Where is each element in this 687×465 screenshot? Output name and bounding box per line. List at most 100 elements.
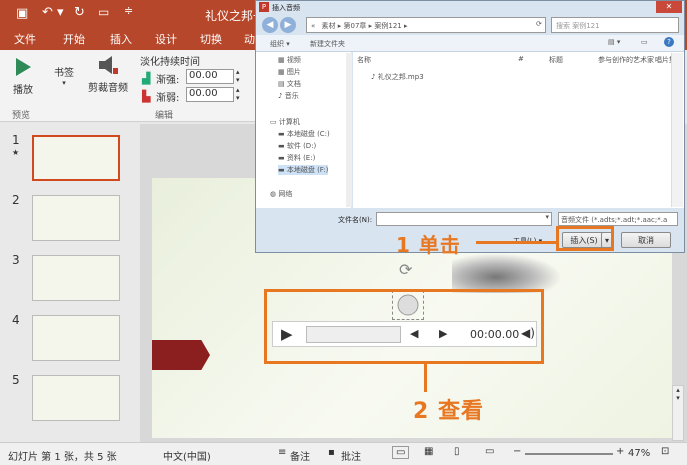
dialog-titlebar: P 插入音频 ✕ [256, 1, 684, 15]
reading-view-icon[interactable]: ▯ [454, 446, 460, 457]
slide-thumbnail-5[interactable] [32, 375, 120, 421]
filetype-select[interactable]: 音频文件 (*.adts;*.adt;*.aac;*.a [558, 212, 678, 226]
slide-thumbnail-3[interactable] [32, 255, 120, 301]
chevron-down-icon: ▾ [62, 79, 66, 87]
tab-design[interactable]: 设计 [155, 31, 177, 47]
slide-info: 幻灯片 第 1 张，共 5 张 [8, 452, 117, 463]
slide-thumbnail-pane: 1 ★ 2 3 4 5 [0, 124, 140, 442]
fit-to-window-icon[interactable]: ⊡ [661, 446, 669, 457]
comments-button[interactable]: 批注 [341, 448, 361, 463]
tab-animations[interactable]: 动 [244, 31, 255, 47]
zoom-out-icon[interactable]: − [513, 446, 521, 457]
help-icon[interactable]: ? [664, 37, 674, 47]
animation-star-icon: ★ [12, 148, 20, 157]
nav-drive-f[interactable]: ▬ 本地磁盘 (F:) [278, 165, 329, 175]
fade-group-title: 淡化持续时间 [140, 57, 200, 68]
slide-thumbnail-4[interactable] [32, 315, 120, 361]
back-icon[interactable]: ◀ [262, 17, 278, 33]
fade-in-label: 渐强: [156, 75, 180, 86]
slideshow-icon[interactable]: ▭ [98, 5, 109, 19]
zoom-level[interactable]: 47% [628, 448, 650, 459]
nav-videos[interactable]: ▦ 视频 [278, 55, 301, 65]
fade-out-input[interactable]: 00.00 [186, 87, 234, 102]
preview-group-label: 预览 [12, 111, 31, 121]
redo-icon[interactable]: ↻ [74, 5, 85, 20]
slide-number: 5 [12, 373, 20, 387]
step1-annotation: 1 单击 [396, 233, 461, 257]
powerpoint-icon: P [259, 2, 269, 12]
slide-thumbnail-1[interactable] [32, 135, 120, 181]
slide-sorter-icon[interactable]: ▦ [424, 446, 433, 457]
zoom-in-icon[interactable]: + [616, 446, 624, 457]
tab-file[interactable]: 文件 [14, 31, 36, 47]
nav-scrollbar[interactable] [346, 53, 352, 207]
nav-documents[interactable]: ▤ 文档 [278, 79, 301, 89]
file-list: 名称 # 标题 参与创作的艺术家 唱片集 ♪ 礼仪之邦.mp3 [353, 52, 684, 208]
slide-number: 4 [12, 313, 20, 327]
fade-out-label: 渐弱: [156, 93, 180, 104]
insert-highlight-box [556, 226, 614, 251]
save-icon[interactable]: ▣ [16, 6, 28, 21]
column-header-artist[interactable]: 参与创作的艺术家 [598, 55, 654, 65]
tab-insert[interactable]: 插入 [110, 31, 132, 47]
bookmark-button[interactable]: 书签 ▾ [50, 64, 78, 87]
forward-icon[interactable]: ▶ [280, 17, 296, 33]
nav-network[interactable]: ◍ 网络 [270, 189, 292, 199]
file-item[interactable]: ♪ 礼仪之邦.mp3 [371, 72, 424, 82]
cancel-label: 取消 [638, 236, 654, 245]
search-placeholder: 搜索 案例121 [556, 22, 600, 30]
filename-input[interactable]: ▾ [376, 212, 552, 226]
notes-button[interactable]: 备注 [290, 448, 310, 463]
ink-painting-image [452, 253, 562, 293]
tab-transitions[interactable]: 切换 [200, 31, 222, 47]
play-button[interactable]: 播放 [8, 54, 38, 98]
status-bar: 幻灯片 第 1 张，共 5 张 中文(中国) ≡ 备注 ▪ 批注 ▭ ▦ ▯ ▭… [0, 442, 687, 465]
column-header-title[interactable]: 标题 [549, 55, 563, 65]
breadcrumb-1[interactable]: 素材 [322, 22, 336, 30]
normal-view-icon[interactable]: ▭ [392, 446, 410, 459]
refresh-icon[interactable]: ⟳ [536, 20, 542, 28]
slideshow-view-icon[interactable]: ▭ [485, 446, 494, 457]
nav-drive-d[interactable]: ▬ 软件 (D:) [278, 141, 316, 151]
nav-drive-c[interactable]: ▬ 本地磁盘 (C:) [278, 129, 330, 139]
trim-audio-label: 剪裁音频 [88, 83, 128, 94]
cancel-button[interactable]: 取消 [621, 232, 671, 248]
preview-pane-icon[interactable]: ▭ [641, 38, 648, 46]
address-bar[interactable]: « 素材 ▸ 第07章 ▸ 案例121 ▸ [306, 17, 546, 33]
organize-button[interactable]: 组织 ▾ [270, 39, 290, 49]
dialog-close-icon[interactable]: ✕ [656, 1, 682, 13]
file-list-scrollbar[interactable] [671, 53, 683, 207]
vertical-scrollbar[interactable]: ▴ ▾ [672, 385, 684, 441]
nav-music[interactable]: ♪ 音乐 [278, 91, 299, 101]
ribbon: 播放 书签 ▾ 剪裁音频 淡化持续时间 ▟ 渐强: 00.00 ▴ ▾ ▙ 渐弱:… [0, 50, 255, 122]
fade-in-input[interactable]: 00.00 [186, 69, 234, 84]
notes-icon: ≡ [278, 447, 287, 458]
comments-icon: ▪ [328, 447, 335, 458]
breadcrumb-3[interactable]: 案例121 [374, 22, 401, 30]
tab-home[interactable]: 开始 [63, 31, 85, 47]
view-options-icon[interactable]: ▤ ▾ [608, 38, 620, 46]
slide-number: 1 [12, 133, 20, 147]
arrow-line [476, 241, 556, 244]
nav-pictures[interactable]: ▦ 图片 [278, 67, 301, 77]
zoom-slider[interactable] [525, 453, 613, 455]
nav-drive-e[interactable]: ▬ 资料 (E:) [278, 153, 315, 163]
new-folder-button[interactable]: 新建文件夹 [310, 39, 345, 49]
breadcrumb-2[interactable]: 第07章 [344, 22, 367, 30]
nav-computer[interactable]: ▭ 计算机 [270, 117, 300, 127]
fade-in-spinner[interactable]: ▴ ▾ [236, 68, 240, 84]
bookmark-label: 书签 [54, 68, 74, 79]
speaker-icon [99, 56, 118, 74]
rotate-handle-icon[interactable]: ⟳ [399, 260, 412, 279]
trim-audio-button[interactable]: 剪裁音频 [84, 54, 132, 94]
slide-thumbnail-2[interactable] [32, 195, 120, 241]
play-label: 播放 [13, 85, 33, 96]
customize-icon[interactable]: ≑ [124, 4, 133, 17]
search-input[interactable]: 搜索 案例121 [551, 17, 679, 33]
language-status[interactable]: 中文(中国) [163, 448, 211, 463]
fade-out-spinner[interactable]: ▴ ▾ [236, 86, 240, 102]
column-header-name[interactable]: 名称 [357, 55, 371, 65]
column-header-number[interactable]: # [518, 55, 524, 63]
undo-icon[interactable]: ↶ ▾ [42, 5, 64, 20]
callout-line [424, 364, 427, 392]
